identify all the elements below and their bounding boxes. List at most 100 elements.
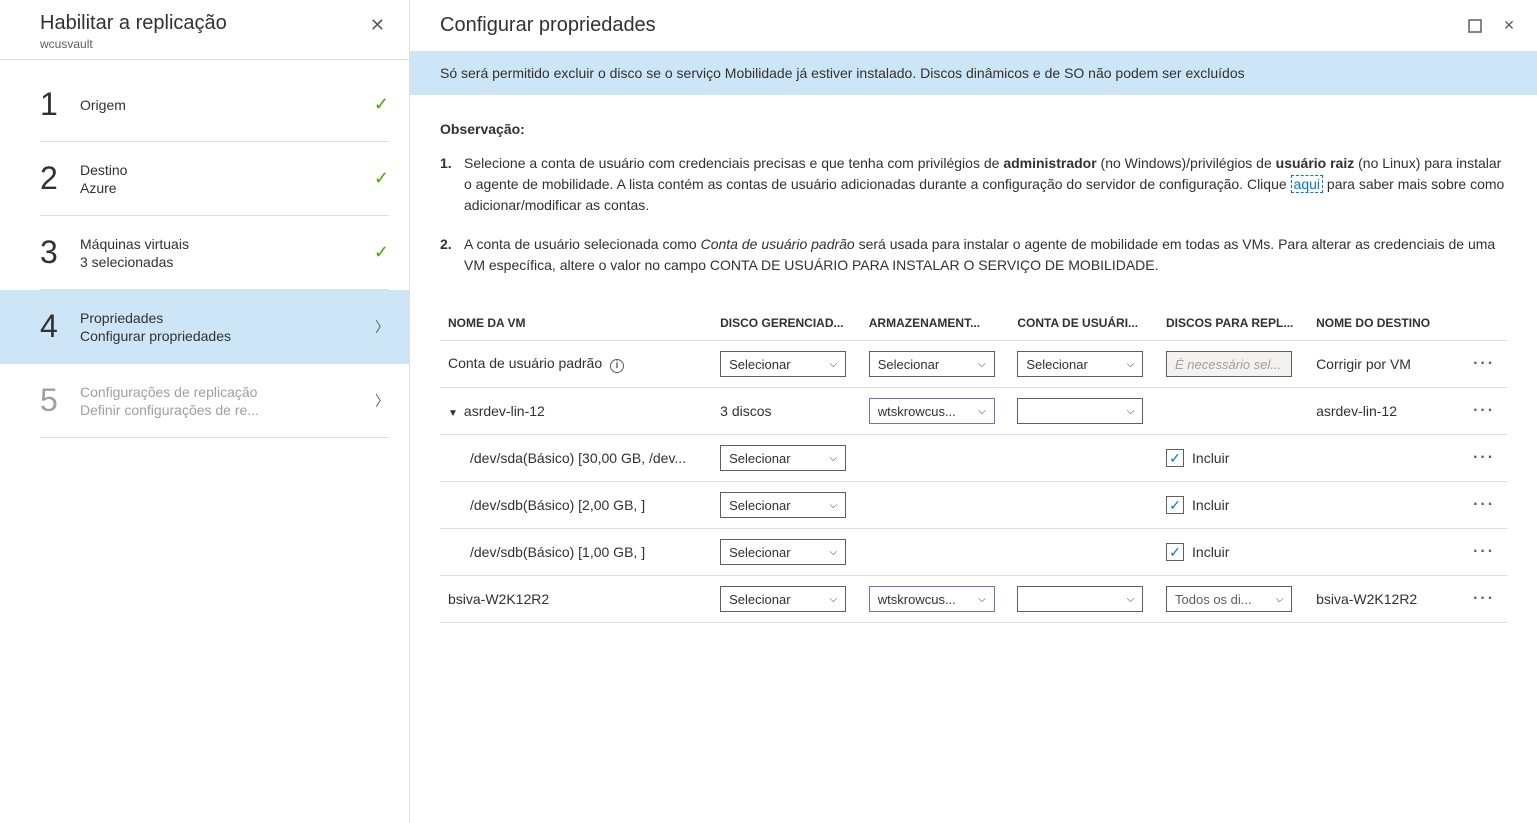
chevron-down-icon: ⌵ — [830, 594, 838, 605]
observation-item: 2. A conta de usuário selecionada como C… — [440, 234, 1507, 276]
observation-heading: Observação: — [440, 121, 1507, 137]
repl-disks-select[interactable]: Todos os di...⌵ — [1166, 586, 1292, 612]
disk-count: 3 discos — [712, 388, 861, 435]
managed-disk-select[interactable]: Selecionar⌵ — [720, 539, 846, 565]
wizard-steps: 1 Origem ✓ 2 Destino Azure ✓ 3 Máquinas … — [0, 60, 409, 823]
checkbox-icon: ✓ — [1166, 449, 1184, 467]
row-menu-button[interactable]: ··· — [1473, 449, 1495, 466]
chevron-down-icon: ⌵ — [830, 453, 838, 464]
dest-name-cell: asrdev-lin-12 — [1308, 388, 1465, 435]
close-sidebar-button[interactable]: ✕ — [366, 12, 389, 38]
sidebar-subtitle: wcusvault — [40, 37, 227, 51]
step-sublabel: 3 selecionadas — [80, 254, 374, 270]
chevron-down-icon: ⌵ — [1127, 359, 1135, 370]
maximize-icon[interactable] — [1467, 18, 1483, 34]
checkmark-icon: ✓ — [374, 94, 389, 115]
step-label: Destino — [80, 162, 374, 178]
col-dest-name: NOME DO DESTINO — [1308, 306, 1465, 341]
sidebar-header: Habilitar a replicação wcusvault ✕ — [0, 0, 409, 60]
wizard-sidebar: Habilitar a replicação wcusvault ✕ 1 Ori… — [0, 0, 410, 823]
col-disks-repl: DISCOS PARA REPL... — [1158, 306, 1308, 341]
chevron-down-icon: ⌵ — [1127, 594, 1135, 605]
table-row-disk: /dev/sdb(Básico) [2,00 GB, ] Selecionar⌵… — [440, 482, 1507, 529]
managed-disk-select[interactable]: Selecionar⌵ — [720, 586, 846, 612]
main-panel: Configurar propriedades ✕ Só será permit… — [410, 0, 1537, 823]
info-icon[interactable]: i — [610, 359, 624, 373]
step-sublabel: Configurar propriedades — [80, 328, 375, 344]
include-checkbox[interactable]: ✓Incluir — [1166, 496, 1229, 514]
row-menu-button[interactable]: ··· — [1473, 543, 1495, 560]
disk-name: /dev/sdb(Básico) [1,00 GB, ] — [440, 529, 712, 576]
step-origem[interactable]: 1 Origem ✓ — [40, 68, 389, 142]
checkbox-icon: ✓ — [1166, 496, 1184, 514]
step-number: 1 — [40, 86, 80, 123]
chevron-right-icon: 〉 — [375, 317, 389, 337]
chevron-down-icon: ⌵ — [830, 547, 838, 558]
list-number: 1. — [440, 153, 464, 216]
list-number: 2. — [440, 234, 464, 276]
page-title: Configurar propriedades — [440, 14, 656, 37]
col-vm-name: NOME DA VM — [440, 306, 712, 341]
user-account-select[interactable]: ⌵ — [1017, 586, 1143, 612]
chevron-down-icon: ⌵ — [978, 406, 986, 417]
chevron-down-icon: ⌵ — [978, 359, 986, 370]
dest-name-cell: Corrigir por VM — [1308, 341, 1465, 388]
managed-disk-select[interactable]: Selecionar⌵ — [720, 445, 846, 471]
vm-name: asrdev-lin-12 — [464, 403, 545, 419]
col-user-account: CONTA DE USUÁRI... — [1009, 306, 1158, 341]
disk-name: /dev/sda(Básico) [30,00 GB, /dev... — [440, 435, 712, 482]
step-sublabel: Definir configurações de re... — [80, 402, 375, 418]
row-menu-button[interactable]: ··· — [1473, 590, 1495, 607]
here-link[interactable]: aqui — [1291, 175, 1323, 193]
close-icon[interactable]: ✕ — [1501, 18, 1517, 34]
row-menu-button[interactable]: ··· — [1473, 355, 1495, 372]
managed-disk-select[interactable]: Selecionar⌵ — [720, 492, 846, 518]
checkmark-icon: ✓ — [374, 168, 389, 189]
managed-disk-select[interactable]: Selecionar⌵ — [720, 351, 846, 377]
default-account-label: Conta de usuário padrão — [448, 355, 602, 371]
step-number: 2 — [40, 160, 80, 197]
chevron-down-icon: ⌵ — [1127, 406, 1135, 417]
observation-text: A conta de usuário selecionada como Cont… — [464, 234, 1507, 276]
include-checkbox[interactable]: ✓Incluir — [1166, 543, 1229, 561]
checkbox-icon: ✓ — [1166, 543, 1184, 561]
row-menu-button[interactable]: ··· — [1473, 496, 1495, 513]
disk-name: /dev/sdb(Básico) [2,00 GB, ] — [440, 482, 712, 529]
chevron-down-icon: ⌵ — [830, 359, 838, 370]
table-row-vm: ▼ asrdev-lin-12 3 discos wtskrowcus...⌵ ⌵… — [440, 388, 1507, 435]
storage-select[interactable]: wtskrowcus...⌵ — [869, 398, 995, 424]
vm-name: bsiva-W2K12R2 — [440, 576, 712, 623]
step-number: 3 — [40, 234, 80, 271]
info-banner: Só será permitido excluir o disco se o s… — [410, 51, 1537, 95]
step-propriedades[interactable]: 4 Propriedades Configurar propriedades 〉 — [0, 290, 409, 364]
step-label: Origem — [80, 97, 374, 113]
row-menu-button[interactable]: ··· — [1473, 402, 1495, 419]
storage-select[interactable]: Selecionar⌵ — [869, 351, 995, 377]
chevron-down-icon: ⌵ — [978, 594, 986, 605]
collapse-icon[interactable]: ▼ — [448, 408, 458, 419]
col-storage: ARMAZENAMENT... — [861, 306, 1010, 341]
step-label: Máquinas virtuais — [80, 236, 374, 252]
step-number: 5 — [40, 382, 80, 419]
dest-name-cell: bsiva-W2K12R2 — [1308, 576, 1465, 623]
chevron-down-icon: ⌵ — [830, 500, 838, 511]
step-label: Configurações de replicação — [80, 384, 375, 400]
repl-disks-select: É necessário sel... — [1166, 351, 1292, 377]
main-header: Configurar propriedades ✕ — [410, 0, 1537, 51]
storage-select[interactable]: wtskrowcus...⌵ — [869, 586, 995, 612]
step-configuracoes: 5 Configurações de replicação Definir co… — [40, 364, 389, 438]
table-row-disk: /dev/sda(Básico) [30,00 GB, /dev... Sele… — [440, 435, 1507, 482]
observation-item: 1. Selecione a conta de usuário com cred… — [440, 153, 1507, 216]
include-checkbox[interactable]: ✓Incluir — [1166, 449, 1229, 467]
chevron-down-icon: ⌵ — [1275, 594, 1283, 605]
checkmark-icon: ✓ — [374, 242, 389, 263]
step-label: Propriedades — [80, 310, 375, 326]
table-row-vm: bsiva-W2K12R2 Selecionar⌵ wtskrowcus...⌵… — [440, 576, 1507, 623]
step-destino[interactable]: 2 Destino Azure ✓ — [40, 142, 389, 216]
observation-text: Selecione a conta de usuário com credenc… — [464, 153, 1507, 216]
user-account-select[interactable]: ⌵ — [1017, 398, 1143, 424]
user-account-select[interactable]: Selecionar⌵ — [1017, 351, 1143, 377]
vm-properties-table: NOME DA VM DISCO GERENCIAD... ARMAZENAME… — [440, 306, 1507, 623]
step-maquinas[interactable]: 3 Máquinas virtuais 3 selecionadas ✓ — [40, 216, 389, 290]
col-managed-disk: DISCO GERENCIAD... — [712, 306, 861, 341]
